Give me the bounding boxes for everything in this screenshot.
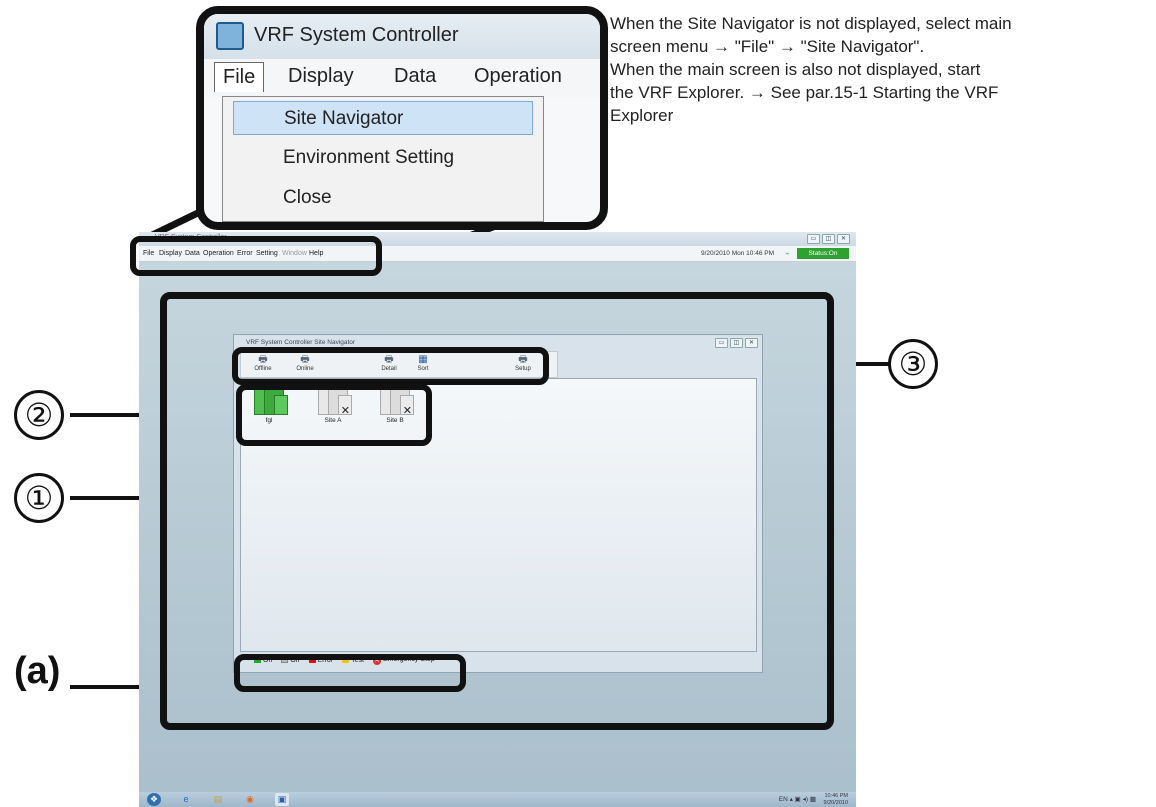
instruction-line: screen menu → "File" → "Site Navigator". xyxy=(610,37,925,56)
instruction-line: When the Site Navigator is not displayed… xyxy=(610,14,1012,33)
close-button[interactable]: ✕ xyxy=(837,234,850,244)
instruction-text: When the Site Navigator is not displayed… xyxy=(610,12,1152,127)
instruction-line: When the main screen is also not display… xyxy=(610,60,981,79)
vrf-app-taskbar-icon[interactable]: ▣ xyxy=(275,793,289,806)
zoom-menu-operation[interactable]: Operation xyxy=(474,65,562,88)
callout-number-1: ① xyxy=(14,473,64,523)
app-icon xyxy=(216,22,244,50)
toolbar-highlight-frame xyxy=(232,347,549,385)
menu-item-environment-setting[interactable]: Environment Setting xyxy=(233,141,533,175)
media-player-icon[interactable]: ◉ xyxy=(243,793,257,806)
menubar-highlight-frame xyxy=(130,236,382,276)
minimize-button[interactable]: ▭ xyxy=(807,234,820,244)
main-window-controls: ▭ ◫ ✕ xyxy=(807,234,850,244)
maximize-button[interactable]: ◫ xyxy=(822,234,835,244)
datetime-display: 9/20/2010 Mon 10:46 PM xyxy=(701,250,774,257)
start-button-icon[interactable]: ❖ xyxy=(147,793,161,806)
explorer-folder-icon[interactable]: ▤ xyxy=(211,793,225,806)
callout-number-2: ② xyxy=(14,390,64,440)
tray-time: 10:46 PM xyxy=(824,793,848,799)
windows-taskbar: ❖ e ▤ ◉ ▣ EN ▴ ▣ ◂) ▩ 10:46 PM 9/20/2010 xyxy=(139,792,856,807)
menu-item-site-navigator[interactable]: Site Navigator xyxy=(233,101,533,135)
file-dropdown-menu: Site Navigator Environment Setting Close xyxy=(222,96,544,222)
sites-highlight-frame xyxy=(236,384,432,446)
tray-clock: 10:46 PM 9/20/2010 xyxy=(824,793,848,806)
tray-icons: EN ▴ ▣ ◂) ▩ xyxy=(778,796,816,803)
zoom-app-title: VRF System Controller xyxy=(254,24,459,46)
menu-zoom-callout: VRF System Controller File Display Data … xyxy=(196,6,608,230)
callout-label-a: (a) xyxy=(14,650,61,692)
zoom-menu-file[interactable]: File xyxy=(214,62,265,92)
callout-number-3: ③ xyxy=(888,339,938,389)
zoom-menu-data[interactable]: Data xyxy=(394,65,436,88)
menu-item-close[interactable]: Close xyxy=(233,181,533,215)
zoom-titlebar: VRF System Controller xyxy=(204,14,600,59)
zoom-menu-display[interactable]: Display xyxy=(288,65,354,88)
instruction-line: Explorer xyxy=(610,106,674,125)
instruction-line: the VRF Explorer. → See par.15-1 Startin… xyxy=(610,83,999,102)
tray-date: 9/20/2010 xyxy=(823,799,848,806)
legend-highlight-frame xyxy=(234,654,466,692)
language-indicator: EN xyxy=(778,796,788,803)
network-icon: ⌁ xyxy=(785,249,790,258)
status-badge: Status:On xyxy=(797,248,849,259)
internet-explorer-icon[interactable]: e xyxy=(179,793,193,806)
zoom-menubar: File Display Data Operation xyxy=(204,59,600,97)
